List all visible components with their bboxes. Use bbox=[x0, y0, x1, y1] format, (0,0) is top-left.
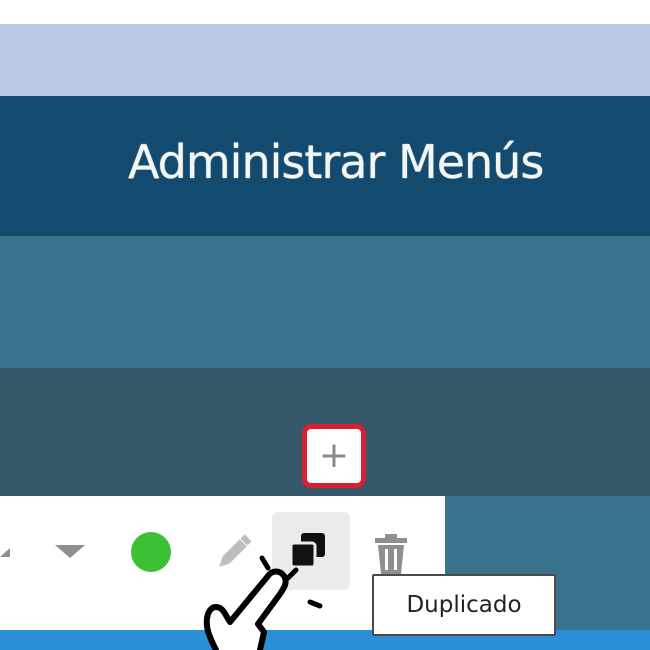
teal-band bbox=[0, 236, 650, 368]
caret-up-icon[interactable] bbox=[0, 548, 10, 557]
add-button[interactable]: + bbox=[302, 424, 366, 488]
caret-down-icon[interactable] bbox=[55, 545, 85, 558]
status-dot[interactable] bbox=[131, 532, 171, 572]
page-canvas: Administrar Menús + Duplicado bbox=[0, 0, 650, 650]
top-light-band bbox=[0, 24, 650, 96]
page-title: Administrar Menús bbox=[128, 135, 544, 189]
hand-cursor-icon bbox=[203, 555, 323, 650]
duplicate-tooltip: Duplicado bbox=[372, 574, 556, 636]
top-strip bbox=[0, 0, 650, 24]
